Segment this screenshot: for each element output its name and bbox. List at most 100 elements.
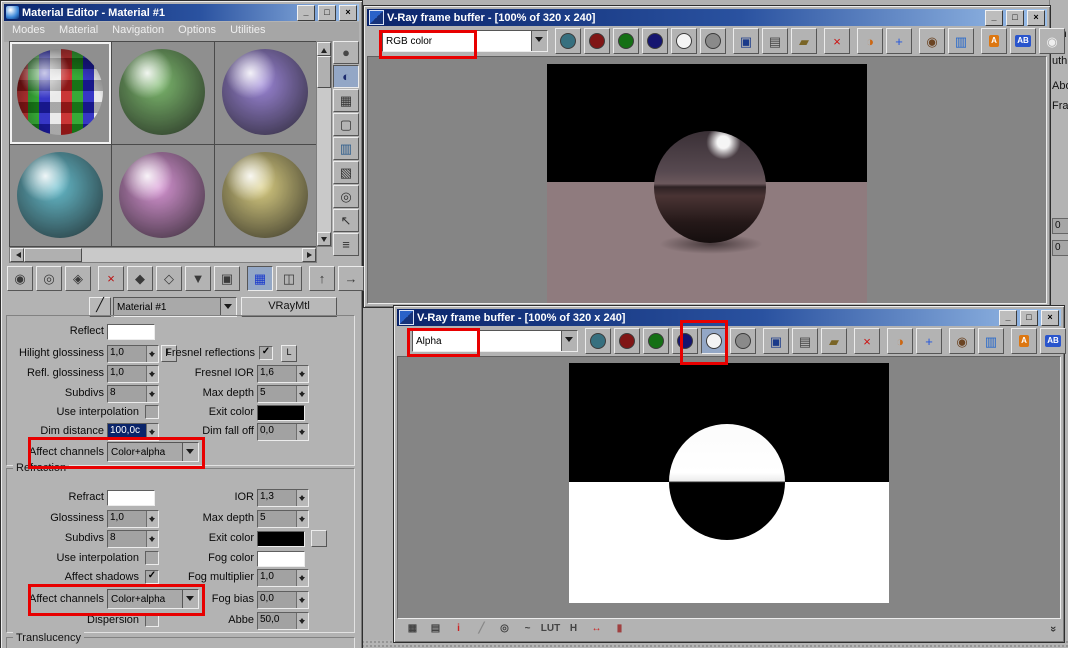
- scroll-right-button[interactable]: [302, 248, 316, 262]
- affect-channels-select[interactable]: Color+alpha: [107, 442, 199, 462]
- force-clamp-button[interactable]: A: [1011, 328, 1037, 354]
- preview-button[interactable]: ▤: [425, 620, 446, 638]
- me-close-button[interactable]: ×: [339, 4, 357, 21]
- rgb-render-image[interactable]: [547, 64, 867, 303]
- backlight-button[interactable]: ◐: [333, 65, 359, 88]
- sample-slot-4[interactable]: [10, 144, 112, 246]
- spinner[interactable]: [296, 490, 308, 506]
- spinner[interactable]: [296, 613, 308, 629]
- spinner[interactable]: [296, 366, 308, 382]
- dim-fall-off-field[interactable]: 0,0: [257, 423, 309, 441]
- exit-color-swatch[interactable]: [257, 405, 305, 421]
- settings-button[interactable]: ◎: [494, 620, 515, 638]
- rgb-color-button[interactable]: [555, 28, 581, 54]
- get-material-button[interactable]: ◉: [7, 265, 33, 291]
- vfb-rgb-close-button[interactable]: ×: [1027, 9, 1045, 26]
- panel-value-field[interactable]: 0: [1052, 240, 1068, 256]
- vfb-rgb-minimize-button[interactable]: _: [985, 9, 1003, 26]
- spinner[interactable]: [296, 386, 308, 402]
- me-minimize-button[interactable]: _: [297, 4, 315, 21]
- vfb-alpha-close-button[interactable]: ×: [1041, 309, 1059, 326]
- clear-image-button[interactable]: ×: [854, 328, 880, 354]
- alpha-channel-button[interactable]: [701, 328, 727, 354]
- menu-utilities[interactable]: Utilities: [230, 24, 265, 40]
- clone-buffer-button[interactable]: ▤: [762, 28, 788, 54]
- put-material-to-scene-button[interactable]: ◎: [36, 265, 62, 291]
- pick-material-button[interactable]: ╱: [89, 297, 111, 317]
- abbe-field[interactable]: 50,0: [257, 612, 309, 630]
- max-depth-field[interactable]: 5: [257, 385, 309, 403]
- material-id-channel-button[interactable]: ▣: [214, 265, 240, 291]
- fog-multiplier-field[interactable]: 1,0: [257, 569, 309, 587]
- material-type-button[interactable]: VRayMtl: [241, 297, 337, 317]
- fog-bias-field[interactable]: 0,0: [257, 591, 309, 609]
- monochrome-button[interactable]: [700, 28, 726, 54]
- sample-uv-tiling-button[interactable]: ▢: [333, 113, 359, 136]
- curve-button[interactable]: ~: [517, 620, 538, 638]
- material-name-select[interactable]: Material #1: [113, 297, 237, 317]
- scroll-thumb[interactable]: [317, 56, 331, 88]
- blue-channel-button[interactable]: [672, 328, 698, 354]
- color-corrections-button[interactable]: ◑: [887, 328, 913, 354]
- spinner[interactable]: [296, 570, 308, 586]
- scroll-down-button[interactable]: [317, 232, 331, 246]
- load-image-button[interactable]: ▰: [791, 28, 817, 54]
- save-image-button[interactable]: ▣: [733, 28, 759, 54]
- lut-button[interactable]: LUT: [540, 620, 561, 638]
- compare-ab-button[interactable]: AB: [1010, 28, 1036, 54]
- refr-max-depth-field[interactable]: 5: [257, 510, 309, 528]
- duplicate-to-host-button[interactable]: ▥: [948, 28, 974, 54]
- spinner[interactable]: [296, 592, 308, 608]
- make-unique-button[interactable]: ◇: [156, 265, 182, 291]
- info-button[interactable]: i: [448, 620, 469, 638]
- alpha-render-image[interactable]: [569, 363, 889, 603]
- menu-navigation[interactable]: Navigation: [112, 24, 164, 40]
- render-last-button[interactable]: ◉: [1039, 28, 1065, 54]
- reflect-color-swatch[interactable]: [107, 324, 155, 340]
- track-mouse-button[interactable]: +: [916, 328, 942, 354]
- spinner[interactable]: [296, 424, 308, 440]
- sample-vertical-scrollbar[interactable]: [316, 41, 332, 247]
- sample-horizontal-scrollbar[interactable]: [9, 247, 317, 263]
- vfb-alpha-titlebar[interactable]: V-Ray frame buffer - [100% of 320 x 240]…: [397, 309, 1061, 326]
- region-render-button[interactable]: ◉: [949, 328, 975, 354]
- clear-image-button[interactable]: ×: [824, 28, 850, 54]
- show-end-result-button[interactable]: ◫: [276, 265, 302, 291]
- save-image-button[interactable]: ▣: [763, 328, 789, 354]
- chevron-down-icon[interactable]: [561, 331, 577, 351]
- alpha-channel-button[interactable]: [671, 28, 697, 54]
- select-by-material-button[interactable]: ↖: [333, 209, 359, 232]
- video-color-check-button[interactable]: ▥: [333, 137, 359, 160]
- sample-type-button[interactable]: ●: [333, 41, 359, 64]
- menu-options[interactable]: Options: [178, 24, 216, 40]
- duplicate-to-host-button[interactable]: ▥: [978, 328, 1004, 354]
- dim-distance-field[interactable]: 100,0c: [107, 423, 159, 441]
- spinner[interactable]: [296, 511, 308, 527]
- vfb-rgb-maximize-button[interactable]: □: [1006, 9, 1024, 26]
- sample-slot-1[interactable]: [10, 42, 112, 144]
- put-to-library-button[interactable]: ▼: [185, 265, 211, 291]
- vfb-alpha-minimize-button[interactable]: _: [999, 309, 1017, 326]
- stamp-button[interactable]: ▦: [402, 620, 423, 638]
- fresnel-ior-field[interactable]: 1,6: [257, 365, 309, 383]
- rgb-color-button[interactable]: [585, 328, 611, 354]
- refr-exit-color-swatch[interactable]: [257, 531, 305, 547]
- sample-slot-6[interactable]: [214, 144, 316, 246]
- sample-slot-2[interactable]: [112, 42, 214, 144]
- show-map-in-viewport-button[interactable]: ▦: [247, 265, 273, 291]
- force-clamp-button[interactable]: A: [981, 28, 1007, 54]
- channel-select[interactable]: RGB color: [382, 30, 548, 52]
- blue-channel-button[interactable]: [642, 28, 668, 54]
- chevron-down-icon[interactable]: [220, 298, 236, 316]
- background-button[interactable]: ▦: [333, 89, 359, 112]
- exit-color-map-button[interactable]: [311, 530, 327, 547]
- scroll-thumb[interactable]: [24, 248, 82, 262]
- track-mouse-button[interactable]: +: [886, 28, 912, 54]
- green-channel-button[interactable]: [613, 28, 639, 54]
- channel-select[interactable]: Alpha: [412, 330, 578, 352]
- fresnel-lock-button[interactable]: L: [281, 345, 297, 362]
- material-editor-titlebar[interactable]: Material Editor - Material #1 _ □ ×: [4, 4, 359, 21]
- refr-subdivs-field[interactable]: 8: [107, 530, 159, 548]
- menu-material[interactable]: Material: [59, 24, 98, 40]
- green-channel-button[interactable]: [643, 328, 669, 354]
